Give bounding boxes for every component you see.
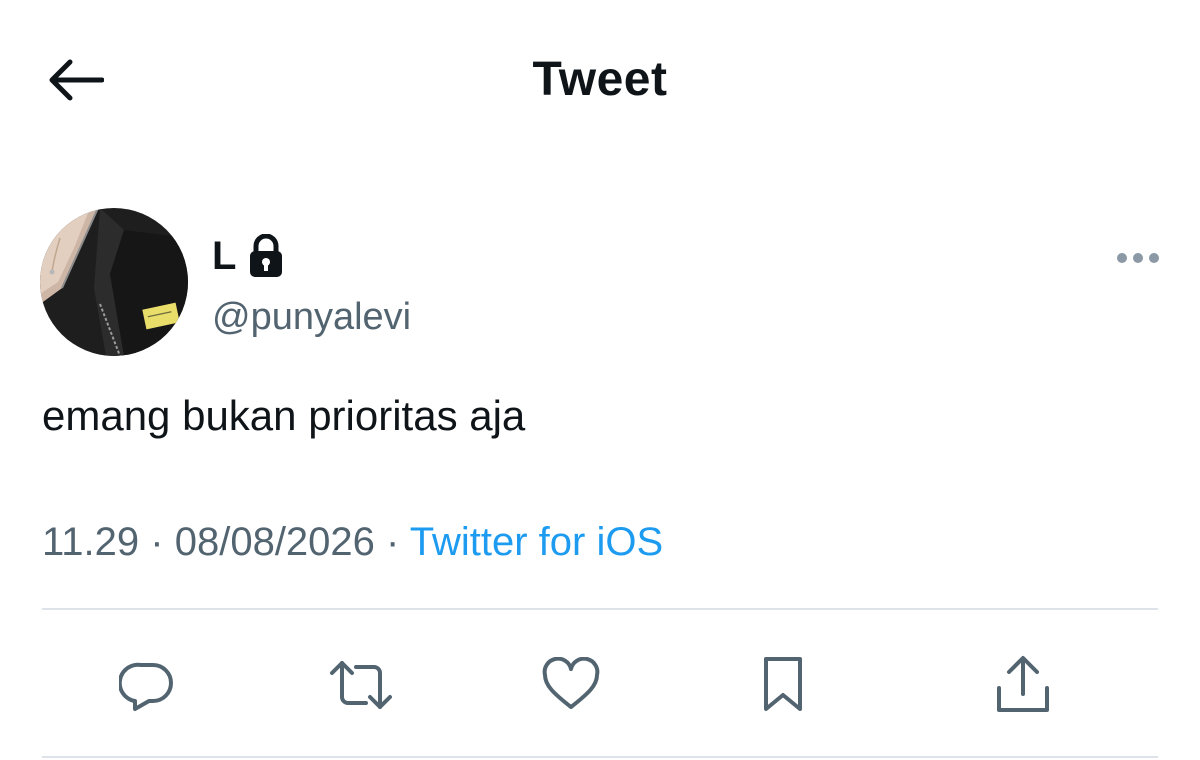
arrow-left-icon <box>49 59 104 101</box>
back-button[interactable] <box>40 50 110 110</box>
display-name: L <box>212 233 237 278</box>
reply-icon <box>119 662 173 711</box>
avatar-photo <box>40 208 188 356</box>
reply-button[interactable] <box>112 650 182 720</box>
bookmark-button[interactable] <box>748 650 818 720</box>
lock-icon <box>248 234 284 278</box>
avatar[interactable] <box>40 208 188 356</box>
tweet-text: emang bukan prioritas aja <box>42 392 526 439</box>
top-bar: Tweet <box>0 0 1200 165</box>
more-options-button[interactable] <box>1108 238 1168 278</box>
more-dots-icon <box>1117 253 1159 263</box>
meta-separator: · <box>150 520 164 564</box>
bookmark-icon <box>764 657 802 711</box>
tweet-time[interactable]: 11.29 <box>42 520 139 564</box>
author-handle[interactable]: @punyalevi <box>212 296 411 339</box>
divider <box>42 608 1158 610</box>
share-button[interactable] <box>988 650 1058 720</box>
tweet-source-link[interactable]: Twitter for iOS <box>410 520 663 564</box>
retweet-button[interactable] <box>326 650 396 720</box>
like-button[interactable] <box>536 650 606 720</box>
like-icon <box>542 657 600 709</box>
meta-separator: · <box>386 520 400 564</box>
tweet-date[interactable]: 08/08/2026 <box>175 520 375 564</box>
divider <box>42 756 1158 758</box>
tweet-meta: 11.29 · 08/08/2026 · Twitter for iOS <box>42 520 663 565</box>
retweet-icon <box>330 661 392 709</box>
author-name-row[interactable]: L <box>212 230 284 282</box>
share-icon <box>997 656 1049 712</box>
page-title: Tweet <box>532 53 668 106</box>
